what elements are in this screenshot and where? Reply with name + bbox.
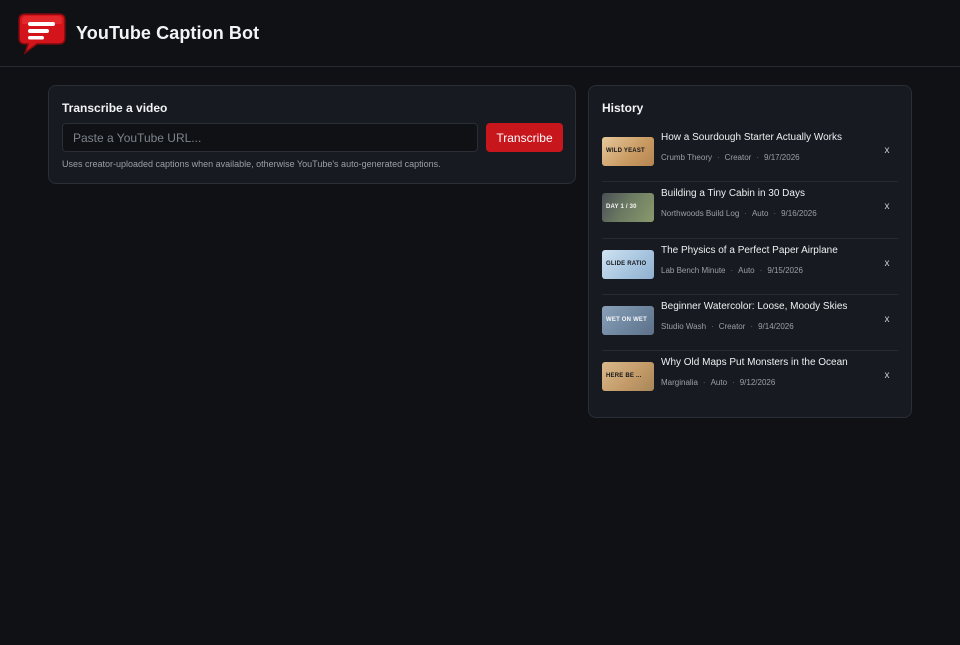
history-item-meta: Lab Bench Minute · Auto · 9/15/2026 bbox=[661, 265, 803, 275]
top-bar: YouTube Caption Bot bbox=[0, 0, 960, 67]
app-logo-icon bbox=[18, 13, 66, 55]
history-date: 9/12/2026 bbox=[739, 378, 776, 388]
thumbnail-text: WET ON WET bbox=[606, 316, 647, 323]
channel-name: Marginalia bbox=[661, 378, 698, 388]
channel-name: Crumb Theory bbox=[661, 153, 712, 162]
channel-name: Studio Wash bbox=[661, 321, 707, 331]
thumbnail-text: WILD YEAST bbox=[606, 148, 645, 154]
youtube-url-input[interactable] bbox=[62, 123, 478, 152]
caption-source: Auto bbox=[738, 265, 755, 275]
thumbnail-text: GLIDE RATIO bbox=[606, 260, 647, 267]
history-date: 9/15/2026 bbox=[767, 265, 803, 275]
history-item-title[interactable]: Building a Tiny Cabin in 30 Days bbox=[661, 188, 805, 199]
video-thumbnail: HERE BE ... bbox=[602, 362, 654, 392]
history-item[interactable]: HERE BE ... Why Old Maps Put Monsters in… bbox=[602, 351, 898, 407]
history-card: History WILD YEAST How a Sourdough Start… bbox=[588, 85, 912, 418]
caption-source: Auto bbox=[710, 378, 728, 388]
history-item-meta: Marginalia · Auto · 9/12/2026 bbox=[661, 378, 776, 388]
thumbnail-text: HERE BE ... bbox=[606, 373, 642, 380]
transcribe-button[interactable]: Transcribe bbox=[486, 123, 563, 152]
transcribe-heading: Transcribe a video bbox=[62, 101, 168, 115]
remove-history-button[interactable]: x bbox=[880, 200, 894, 214]
thumbnail-text: DAY 1 / 30 bbox=[606, 204, 637, 211]
history-heading: History bbox=[602, 101, 644, 115]
history-item-title[interactable]: The Physics of a Perfect Paper Airplane bbox=[661, 245, 838, 256]
history-item[interactable]: DAY 1 / 30 Building a Tiny Cabin in 30 D… bbox=[602, 182, 898, 239]
video-thumbnail: WET ON WET bbox=[602, 305, 654, 335]
history-item-title[interactable]: How a Sourdough Starter Actually Works bbox=[661, 132, 842, 143]
caption-source: Creator bbox=[718, 321, 746, 331]
video-thumbnail: GLIDE RATIO bbox=[602, 249, 654, 279]
history-item[interactable]: GLIDE RATIO The Physics of a Perfect Pap… bbox=[602, 239, 898, 295]
video-thumbnail: DAY 1 / 30 bbox=[602, 193, 654, 223]
app-title: YouTube Caption Bot bbox=[76, 23, 260, 43]
history-date: 9/14/2026 bbox=[758, 321, 794, 331]
history-item-title[interactable]: Why Old Maps Put Monsters in the Ocean bbox=[661, 357, 848, 368]
history-list: WILD YEAST How a Sourdough Starter Actua… bbox=[602, 126, 898, 407]
history-item-meta: Crumb Theory · Creator · 9/17/2026 bbox=[661, 153, 800, 162]
remove-history-button[interactable]: x bbox=[880, 144, 894, 158]
history-item-meta: Northwoods Build Log · Auto · 9/16/2026 bbox=[661, 209, 817, 219]
caption-source: Auto bbox=[751, 209, 769, 219]
caption-source-hint: Uses creator-uploaded captions when avai… bbox=[62, 159, 441, 169]
remove-history-button[interactable]: x bbox=[880, 369, 894, 383]
history-item[interactable]: WET ON WET Beginner Watercolor: Loose, M… bbox=[602, 295, 898, 352]
history-item-title[interactable]: Beginner Watercolor: Loose, Moody Skies bbox=[661, 301, 847, 312]
channel-name: Northwoods Build Log bbox=[661, 209, 740, 219]
remove-history-button[interactable]: x bbox=[880, 313, 894, 327]
remove-history-button[interactable]: x bbox=[880, 257, 894, 271]
transcribe-card: Transcribe a video Transcribe Uses creat… bbox=[48, 85, 576, 184]
history-date: 9/16/2026 bbox=[781, 209, 817, 219]
history-date: 9/17/2026 bbox=[764, 153, 800, 162]
video-thumbnail: WILD YEAST bbox=[602, 137, 654, 166]
history-item[interactable]: WILD YEAST How a Sourdough Starter Actua… bbox=[602, 126, 898, 183]
history-item-meta: Studio Wash · Creator · 9/14/2026 bbox=[661, 321, 794, 331]
caption-source: Creator bbox=[724, 153, 752, 162]
channel-name: Lab Bench Minute bbox=[661, 265, 726, 275]
